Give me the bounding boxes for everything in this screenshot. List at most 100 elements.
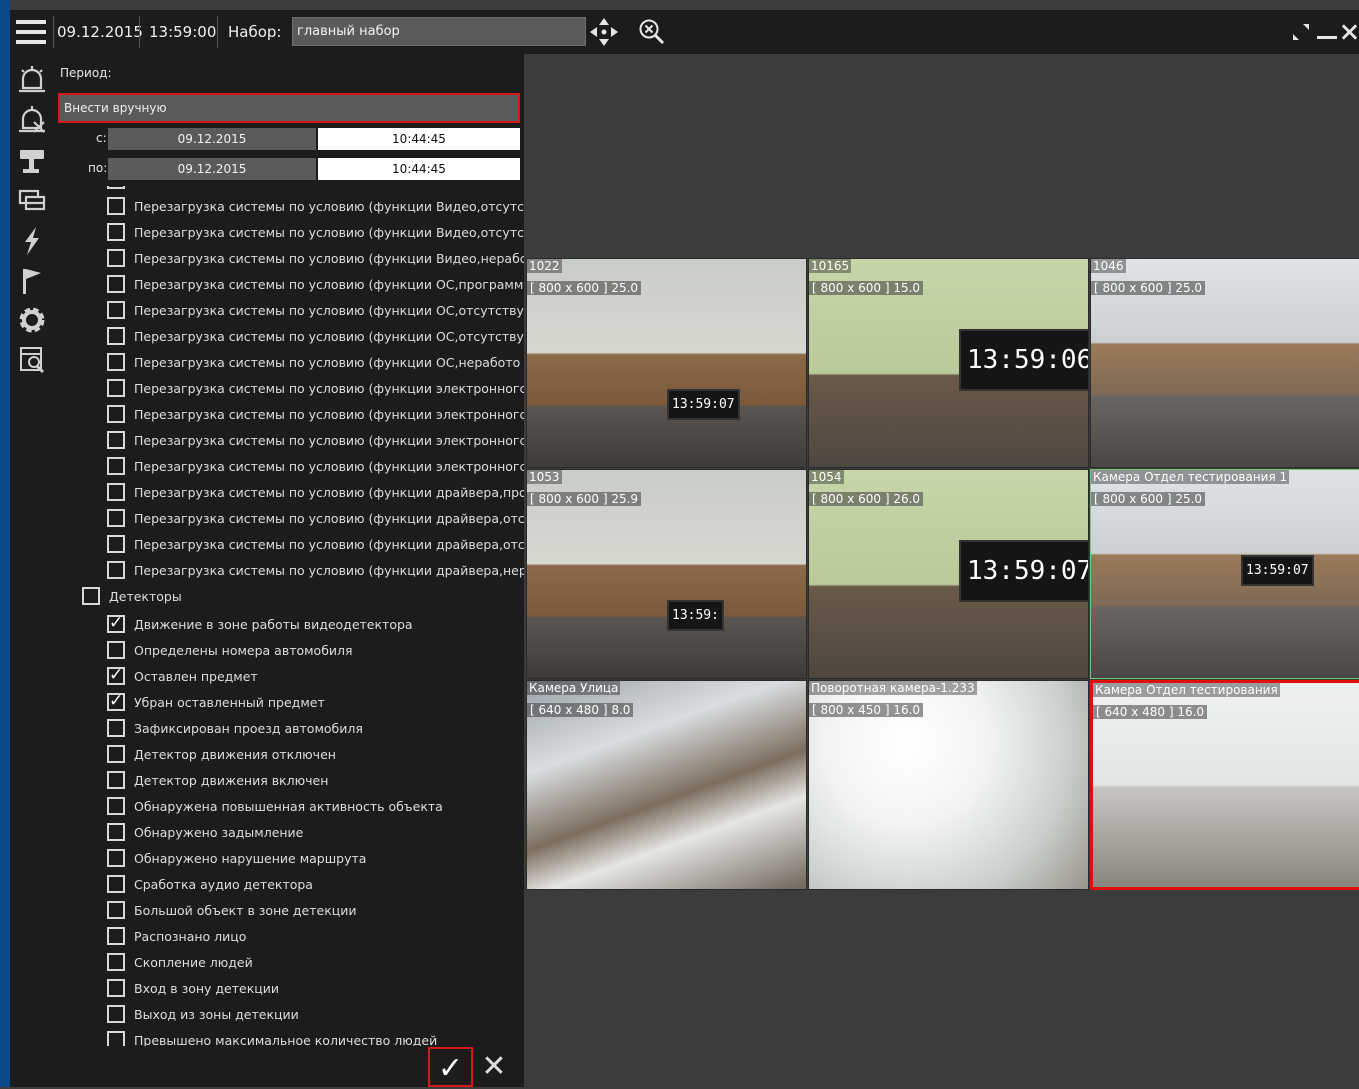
list-item[interactable]: Определены номера автомобиля	[107, 637, 353, 663]
checkbox[interactable]	[107, 327, 125, 345]
list-item[interactable]: Обнаружено задымление	[107, 819, 303, 845]
from-time-field[interactable]: 10:44:45	[318, 128, 520, 150]
checkbox[interactable]	[107, 691, 125, 711]
camera-tile[interactable]: 13:59:07 Камера Отдел тестирования 1 [ 800…	[1090, 469, 1359, 679]
checkbox[interactable]	[107, 745, 125, 763]
list-item[interactable]: Перезагрузка системы по условию (функции…	[107, 453, 524, 479]
flag-icon[interactable]	[16, 266, 48, 298]
list-item[interactable]: Перезагрузка системы по условию (функции…	[107, 297, 524, 323]
apply-button[interactable]: ✓	[428, 1047, 473, 1087]
list-item[interactable]: Детектор движения отключен	[107, 741, 336, 767]
checkbox[interactable]	[107, 483, 125, 501]
checkbox[interactable]	[107, 901, 125, 919]
list-item[interactable]: Скопление людей	[107, 949, 253, 975]
list-item[interactable]: Обнаружено нарушение маршрута	[107, 845, 366, 871]
camera-tile[interactable]: Камера Улица [ 640 x 480 ] 8.0	[526, 680, 807, 890]
checkbox[interactable]	[107, 771, 125, 789]
to-date-field[interactable]: 09.12.2015	[108, 158, 316, 180]
list-item[interactable]: Вход в зону детекции	[107, 975, 279, 1001]
checkbox[interactable]	[107, 275, 125, 293]
list-item[interactable]: Выход из зоны детекции	[107, 1001, 299, 1027]
close-icon[interactable]	[1340, 10, 1359, 54]
checkbox[interactable]	[107, 223, 125, 241]
period-mode-select[interactable]: Внести вручную	[58, 93, 520, 123]
list-item[interactable]: Обнаружена повышенная активность объекта	[107, 793, 443, 819]
checkbox[interactable]	[107, 953, 125, 971]
list-item[interactable]: Перезагрузка системы по условию (функции…	[107, 349, 520, 375]
checkbox[interactable]	[107, 823, 125, 841]
list-item[interactable]: Перезагрузка системы по условию (функции…	[107, 479, 524, 505]
checkbox[interactable]	[107, 457, 125, 475]
event-type-list[interactable]: Перезагрузка системы по условию (функции…	[80, 186, 524, 1046]
fullscreen-icon[interactable]	[1288, 10, 1314, 54]
list-item[interactable]: Перезагрузка системы по условию (функции…	[107, 193, 524, 219]
camera-tile[interactable]: Камера Отдел тестирования [ 640 x 480 ] 1…	[1090, 680, 1359, 890]
camera-tile[interactable]: 13:59: 1053 [ 800 x 600 ] 25.9	[526, 469, 807, 679]
checkbox[interactable]	[107, 641, 125, 659]
checkbox[interactable]	[107, 353, 125, 371]
list-item[interactable]: Зафиксирован проезд автомобиля	[107, 715, 363, 741]
checkbox[interactable]	[82, 587, 100, 605]
list-item[interactable]: Сработка аудио детектора	[107, 871, 313, 897]
group-detectors[interactable]: Детекторы	[82, 583, 182, 609]
menu-icon[interactable]	[14, 10, 48, 54]
list-item[interactable]: Перезагрузка системы по условию (функции…	[107, 427, 524, 453]
set-select[interactable]: главный набор	[292, 17, 586, 46]
events-icon[interactable]	[16, 226, 48, 258]
checkbox[interactable]	[107, 561, 125, 579]
list-item[interactable]: Движение в зоне работы видеодетектора	[107, 611, 413, 637]
minimize-icon[interactable]	[1316, 10, 1338, 54]
list-item[interactable]: Большой объект в зоне детекции	[107, 897, 357, 923]
checkbox[interactable]	[107, 797, 125, 815]
checkbox[interactable]	[107, 849, 125, 867]
alarm-off-icon[interactable]	[16, 104, 48, 136]
list-item[interactable]: Перезагрузка системы по условию (функции…	[107, 531, 524, 557]
checkbox[interactable]	[107, 301, 125, 319]
checkbox[interactable]	[107, 979, 125, 997]
list-item[interactable]: Перезагрузка системы по условию (функции…	[107, 245, 524, 271]
list-item[interactable]: Перезагрузка системы по условию (функции…	[107, 557, 524, 583]
gear-icon[interactable]	[16, 304, 48, 336]
camera-tile[interactable]: 13:59:06 10165 [ 800 x 600 ] 15.0	[808, 258, 1089, 468]
camera-tile[interactable]: 13:59:07 1054 [ 800 x 600 ] 26.0	[808, 469, 1089, 679]
checkbox[interactable]	[107, 197, 125, 215]
list-item[interactable]: Оставлен предмет	[107, 663, 258, 689]
from-date-field[interactable]: 09.12.2015	[108, 128, 316, 150]
checkbox[interactable]	[107, 665, 125, 685]
list-item[interactable]: Детектор движения включен	[107, 767, 328, 793]
checkbox[interactable]	[107, 719, 125, 737]
camera-tile[interactable]: 1046 [ 800 x 600 ] 25.0	[1090, 258, 1359, 468]
checkbox[interactable]	[107, 1031, 125, 1046]
alarm-icon[interactable]	[16, 64, 48, 96]
checkbox[interactable]	[107, 379, 125, 397]
list-item[interactable]: Превышено максимальное количество людей	[107, 1027, 437, 1046]
list-item[interactable]: Распознано лицо	[107, 923, 246, 949]
cancel-button[interactable]: ✕	[478, 1047, 510, 1087]
checkbox[interactable]	[107, 431, 125, 449]
camera-tile[interactable]: 13:59:07 1022 [ 800 x 600 ] 25.0	[526, 258, 807, 468]
checkbox[interactable]	[107, 1005, 125, 1023]
move-arrows-icon[interactable]	[586, 10, 622, 54]
layouts-icon[interactable]	[16, 186, 48, 218]
checkbox[interactable]	[107, 875, 125, 893]
camera-tile[interactable]: Поворотная камера-1.233 [ 800 x 450 ] 16.…	[808, 680, 1089, 890]
list-item[interactable]: Перезагрузка системы по условию (функции…	[107, 323, 524, 349]
to-time-field[interactable]: 10:44:45	[318, 158, 520, 180]
checkbox[interactable]	[107, 509, 125, 527]
list-item[interactable]: Убран оставленный предмет	[107, 689, 325, 715]
list-item[interactable]: Перезагрузка системы по условию (функции…	[107, 505, 524, 531]
zoom-reset-icon[interactable]	[634, 10, 670, 54]
checkbox[interactable]	[107, 613, 125, 633]
checkbox[interactable]	[107, 535, 125, 553]
list-item[interactable]	[107, 186, 134, 193]
list-item[interactable]: Перезагрузка системы по условию (функции…	[107, 401, 524, 427]
camera-icon[interactable]	[16, 146, 48, 178]
checkbox[interactable]	[107, 249, 125, 267]
checkbox[interactable]	[107, 405, 125, 423]
list-item[interactable]: Перезагрузка системы по условию (функции…	[107, 219, 524, 245]
list-item[interactable]: Перезагрузка системы по условию (функции…	[107, 271, 523, 297]
archive-search-icon[interactable]	[16, 344, 48, 376]
checkbox[interactable]	[107, 927, 125, 945]
checkbox[interactable]	[107, 186, 125, 189]
list-item[interactable]: Перезагрузка системы по условию (функции…	[107, 375, 524, 401]
